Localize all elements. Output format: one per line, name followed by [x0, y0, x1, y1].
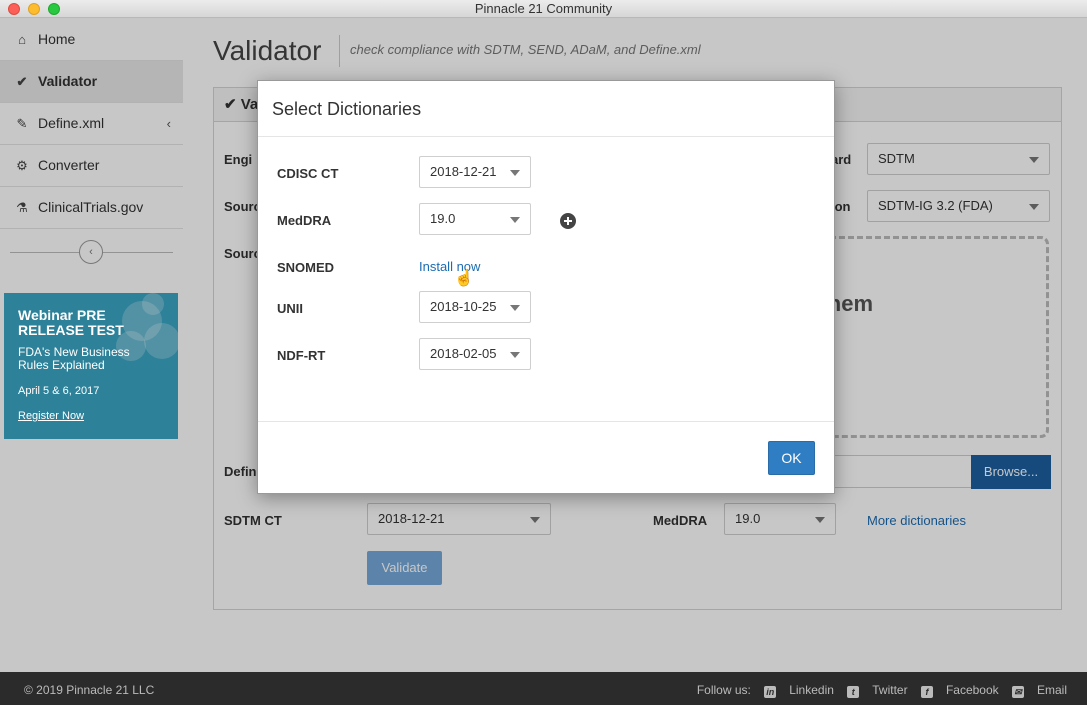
- facebook-link[interactable]: f Facebook: [920, 683, 999, 698]
- window-maximize-button[interactable]: [48, 3, 60, 15]
- social-links: Follow us: in Linkedin t Twitter f Facebook…: [687, 672, 1067, 705]
- webinar-register-link[interactable]: Register Now: [18, 410, 164, 422]
- meddra-label: MedDRA: [277, 213, 332, 228]
- window-title: Pinnacle 21 Community: [474, 1, 613, 16]
- meddra-value: 19.0: [430, 211, 456, 226]
- add-dictionary-icon[interactable]: [560, 213, 576, 229]
- cdisc-ct-select[interactable]: 2018-12-21: [419, 156, 531, 188]
- footer: © 2019 Pinnacle 21 LLC Follow us: in Link…: [0, 672, 1087, 705]
- unii-select[interactable]: 2018-10-25: [419, 291, 531, 323]
- unii-label: UNII: [277, 301, 303, 316]
- copyright: © 2019 Pinnacle 21 LLC: [24, 683, 155, 697]
- meddra-select[interactable]: 19.0: [419, 203, 531, 235]
- caret-down-icon: [510, 352, 520, 358]
- window-titlebar: Pinnacle 21 Community: [0, 0, 1087, 18]
- twitter-icon: t: [847, 686, 860, 698]
- webinar-date: April 5 & 6, 2017: [18, 385, 100, 397]
- linkedin-link[interactable]: in Linkedin: [764, 683, 834, 698]
- caret-down-icon: [510, 217, 520, 223]
- snomed-label: SNOMED: [277, 260, 335, 275]
- linkedin-icon: in: [764, 686, 777, 698]
- caret-down-icon: [510, 305, 520, 311]
- dialog-title: Select Dictionaries: [272, 99, 422, 119]
- cdisc-ct-value: 2018-12-21: [430, 164, 497, 179]
- ndf-rt-value: 2018-02-05: [430, 346, 497, 361]
- window-minimize-button[interactable]: [28, 3, 40, 15]
- webinar-title: Webinar PRE RELEASE TEST: [18, 307, 124, 338]
- email-link[interactable]: ✉ Email: [1011, 683, 1067, 698]
- email-icon: ✉: [1011, 686, 1024, 698]
- hand-cursor-icon: ☝: [454, 270, 474, 287]
- ndf-rt-select[interactable]: 2018-02-05: [419, 338, 531, 370]
- webinar-subtitle: FDA's New Business Rules Explained: [18, 345, 130, 372]
- follow-label: Follow us:: [696, 683, 751, 697]
- caret-down-icon: [510, 170, 520, 176]
- unii-value: 2018-10-25: [430, 299, 497, 314]
- facebook-icon: f: [920, 686, 933, 698]
- dialog-footer-divider: [258, 421, 834, 422]
- ok-button[interactable]: OK: [768, 441, 815, 475]
- window-close-button[interactable]: [8, 3, 20, 15]
- ndf-rt-label: NDF-RT: [277, 348, 326, 363]
- cdisc-ct-label: CDISC CT: [277, 166, 339, 181]
- select-dictionaries-dialog: Select Dictionaries CDISC CT 2018-12-21 …: [257, 80, 835, 494]
- dialog-header: Select Dictionaries: [258, 81, 834, 137]
- twitter-link[interactable]: t Twitter: [847, 683, 908, 698]
